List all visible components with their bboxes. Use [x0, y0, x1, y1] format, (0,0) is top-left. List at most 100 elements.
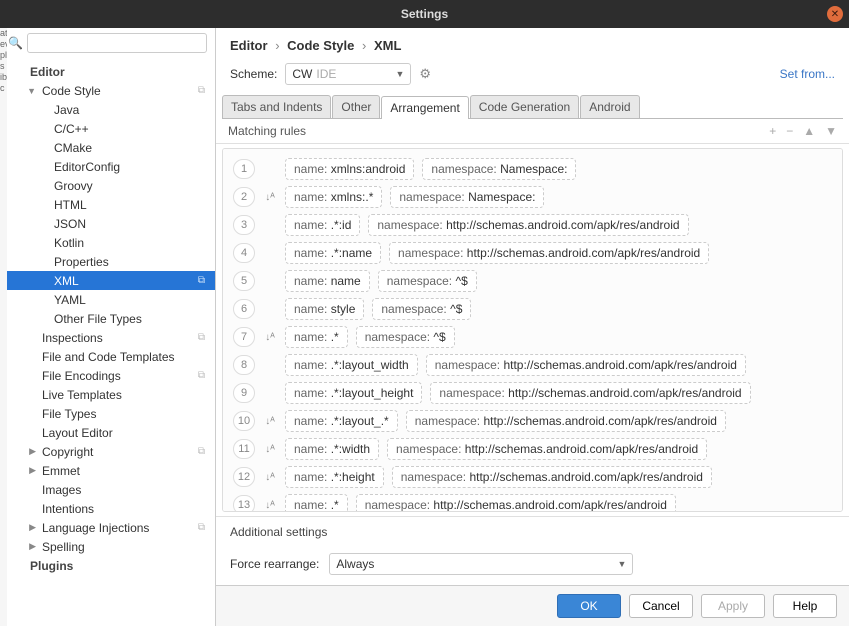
rule-number: 3	[233, 215, 255, 235]
tree-item-spelling[interactable]: ▶Spelling	[0, 537, 215, 556]
rule-row[interactable]: 12↓ᴬname: .*:heightnamespace: http://sch…	[233, 463, 832, 491]
rule-row[interactable]: 2↓ᴬname: xmlns:.*namespace: Namespace:	[233, 183, 832, 211]
rule-row[interactable]: 8name: .*:layout_widthnamespace: http://…	[233, 351, 832, 379]
rule-row[interactable]: 6name: stylenamespace: ^$	[233, 295, 832, 323]
tree-item-language-injections[interactable]: ▶Language Injections⧉	[0, 518, 215, 537]
namespace-chip[interactable]: namespace: ^$	[372, 298, 471, 320]
force-rearrange-select[interactable]: Always ▼	[329, 553, 633, 575]
name-chip[interactable]: name: .*:name	[285, 242, 381, 264]
tab-tabs-and-indents[interactable]: Tabs and Indents	[222, 95, 331, 118]
crumb-codestyle[interactable]: Code Style	[287, 38, 354, 53]
tree-item-layout-editor[interactable]: Layout Editor	[0, 423, 215, 442]
name-chip[interactable]: name: xmlns:.*	[285, 186, 382, 208]
project-override-icon: ⧉	[198, 332, 205, 343]
move-up-button[interactable]: ▲	[803, 124, 815, 138]
rule-row[interactable]: 1name: xmlns:androidnamespace: Namespace…	[233, 155, 832, 183]
tab-code-generation[interactable]: Code Generation	[470, 95, 579, 118]
name-chip[interactable]: name: xmlns:android	[285, 158, 414, 180]
namespace-chip[interactable]: namespace: http://schemas.android.com/ap…	[426, 354, 746, 376]
tree-item-intentions[interactable]: Intentions	[0, 499, 215, 518]
name-chip[interactable]: name: .*	[285, 326, 348, 348]
rule-row[interactable]: 11↓ᴬname: .*:widthnamespace: http://sche…	[233, 435, 832, 463]
tree-item-emmet[interactable]: ▶Emmet	[0, 461, 215, 480]
namespace-chip[interactable]: namespace: http://schemas.android.com/ap…	[392, 466, 712, 488]
tree-item-label: Properties	[54, 255, 109, 269]
expand-arrow-icon[interactable]: ▼	[26, 86, 36, 96]
namespace-chip[interactable]: namespace: Namespace:	[422, 158, 576, 180]
titlebar: Settings ✕	[0, 0, 849, 28]
ok-button[interactable]: OK	[557, 594, 621, 618]
namespace-chip[interactable]: namespace: http://schemas.android.com/ap…	[389, 242, 709, 264]
namespace-chip[interactable]: namespace: http://schemas.android.com/ap…	[430, 382, 750, 404]
name-chip[interactable]: name: .*:layout_height	[285, 382, 422, 404]
tree-item-copyright[interactable]: ▶Copyright⧉	[0, 442, 215, 461]
namespace-chip[interactable]: namespace: http://schemas.android.com/ap…	[387, 438, 707, 460]
namespace-chip[interactable]: namespace: Namespace:	[390, 186, 544, 208]
name-chip[interactable]: name: style	[285, 298, 364, 320]
scheme-select[interactable]: CW IDE ▼	[285, 63, 411, 85]
rules-list[interactable]: 1name: xmlns:androidnamespace: Namespace…	[222, 148, 843, 512]
name-chip[interactable]: name: .*:layout_.*	[285, 410, 398, 432]
rule-row[interactable]: 4name: .*:namenamespace: http://schemas.…	[233, 239, 832, 267]
tree-item-file-types[interactable]: File Types	[0, 404, 215, 423]
help-button[interactable]: Help	[773, 594, 837, 618]
expand-arrow-icon[interactable]: ▶	[26, 446, 36, 457]
cancel-button[interactable]: Cancel	[629, 594, 693, 618]
tab-other[interactable]: Other	[332, 95, 380, 118]
namespace-chip[interactable]: namespace: ^$	[356, 326, 455, 348]
tree-item-properties[interactable]: Properties	[0, 252, 215, 271]
name-chip[interactable]: name: .*:width	[285, 438, 379, 460]
tree-item-kotlin[interactable]: Kotlin	[0, 233, 215, 252]
tree-item-json[interactable]: JSON	[0, 214, 215, 233]
tab-android[interactable]: Android	[580, 95, 639, 118]
tree-item-code-style[interactable]: ▼Code Style⧉	[0, 81, 215, 100]
crumb-editor[interactable]: Editor	[230, 38, 268, 53]
search-input[interactable]	[27, 33, 207, 53]
settings-tree[interactable]: Editor▼Code Style⧉JavaC/C++CMakeEditorCo…	[0, 58, 215, 626]
rule-row[interactable]: 9name: .*:layout_heightnamespace: http:/…	[233, 379, 832, 407]
tree-item-html[interactable]: HTML	[0, 195, 215, 214]
expand-arrow-icon[interactable]: ▶	[26, 465, 36, 476]
name-chip[interactable]: name: .*:id	[285, 214, 360, 236]
tree-item-live-templates[interactable]: Live Templates	[0, 385, 215, 404]
tree-item-other-file-types[interactable]: Other File Types	[0, 309, 215, 328]
namespace-chip[interactable]: namespace: ^$	[378, 270, 477, 292]
tree-item-label: Images	[42, 483, 81, 497]
name-chip[interactable]: name: .*:height	[285, 466, 384, 488]
apply-button[interactable]: Apply	[701, 594, 765, 618]
namespace-chip[interactable]: namespace: http://schemas.android.com/ap…	[356, 494, 676, 512]
tree-item-yaml[interactable]: YAML	[0, 290, 215, 309]
namespace-chip[interactable]: namespace: http://schemas.android.com/ap…	[406, 410, 726, 432]
scheme-row: Scheme: CW IDE ▼ ⚙ Set from...	[216, 59, 849, 95]
tree-item-plugins[interactable]: Plugins	[0, 556, 215, 575]
namespace-chip[interactable]: namespace: http://schemas.android.com/ap…	[368, 214, 688, 236]
rule-row[interactable]: 5name: namenamespace: ^$	[233, 267, 832, 295]
tree-item-file-encodings[interactable]: File Encodings⧉	[0, 366, 215, 385]
rule-row[interactable]: 13↓ᴬname: .*namespace: http://schemas.an…	[233, 491, 832, 512]
tree-item-editorconfig[interactable]: EditorConfig	[0, 157, 215, 176]
tree-item-xml[interactable]: XML⧉	[0, 271, 215, 290]
tree-item-c-c-[interactable]: C/C++	[0, 119, 215, 138]
name-chip[interactable]: name: .*	[285, 494, 348, 512]
expand-arrow-icon[interactable]: ▶	[26, 541, 36, 552]
move-down-button[interactable]: ▼	[825, 124, 837, 138]
rule-row[interactable]: 3 name: .*:id namespace: http://schemas.an…	[233, 211, 832, 239]
rule-row[interactable]: 10↓ᴬname: .*:layout_.*namespace: http://…	[233, 407, 832, 435]
tree-item-groovy[interactable]: Groovy	[0, 176, 215, 195]
set-from-link[interactable]: Set from...	[780, 67, 835, 81]
tree-item-java[interactable]: Java	[0, 100, 215, 119]
tree-item-cmake[interactable]: CMake	[0, 138, 215, 157]
tree-item-inspections[interactable]: Inspections⧉	[0, 328, 215, 347]
add-rule-button[interactable]: +	[769, 124, 776, 138]
tree-item-editor[interactable]: Editor	[0, 62, 215, 81]
tree-item-file-and-code-templates[interactable]: File and Code Templates	[0, 347, 215, 366]
remove-rule-button[interactable]: −	[786, 124, 793, 138]
expand-arrow-icon[interactable]: ▶	[26, 522, 36, 533]
rule-row[interactable]: 7↓ᴬname: .*namespace: ^$	[233, 323, 832, 351]
name-chip[interactable]: name: .*:layout_width	[285, 354, 418, 376]
name-chip[interactable]: name: name	[285, 270, 370, 292]
gear-icon[interactable]: ⚙	[419, 66, 431, 82]
tab-arrangement[interactable]: Arrangement	[381, 96, 468, 119]
close-button[interactable]: ✕	[827, 6, 843, 22]
tree-item-images[interactable]: Images	[0, 480, 215, 499]
